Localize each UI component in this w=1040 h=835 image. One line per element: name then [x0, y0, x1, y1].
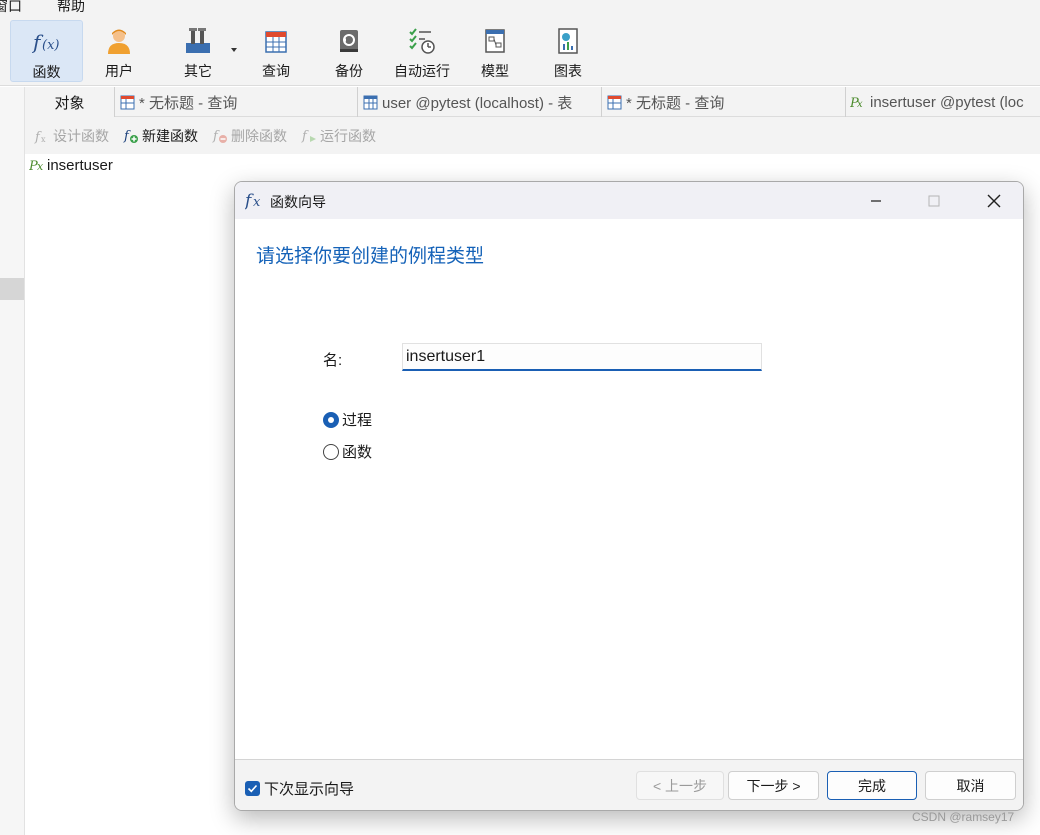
toolbar-automation-button[interactable]: 自动运行 [388, 20, 456, 82]
new-function-button[interactable]: f 新建函数 [122, 126, 198, 146]
toolbar-user-button[interactable]: 用户 [90, 20, 148, 82]
toolbar-user-label: 用户 [105, 63, 133, 79]
previous-button[interactable]: < 上一步 [636, 771, 724, 800]
show-wizard-label: 下次显示向导 [264, 781, 355, 798]
query-tab-icon [119, 94, 135, 110]
chevron-down-icon[interactable] [231, 48, 237, 52]
tab-label: insertuser @pytest (loc [870, 93, 1024, 111]
tab-untitled-query-2[interactable]: * 无标题 - 查询 [602, 87, 846, 117]
next-button[interactable]: 下一步 > [728, 771, 819, 800]
tab-objects[interactable]: 对象 [25, 87, 115, 117]
minimize-icon [871, 199, 881, 202]
main-toolbar: f (x) 函数 用户 其它 查询 备份 自动运行 模型 图表 [0, 14, 1040, 86]
dialog-footer: 下次显示向导 < 上一步 下一步 > 完成 取消 [235, 759, 1023, 810]
design-function-button[interactable]: fx 设计函数 [33, 126, 109, 146]
design-function-icon: fx [33, 127, 51, 145]
tab-user-table[interactable]: user @pytest (localhost) - 表 [358, 87, 602, 117]
toolbar-other-button[interactable]: 其它 [168, 20, 228, 82]
function-icon: f (x) [32, 27, 62, 57]
model-icon [480, 26, 510, 56]
svg-text:x: x [857, 99, 863, 110]
watermark: CSDN @ramsey17 [912, 810, 1015, 824]
close-icon [987, 194, 1001, 207]
menu-bar: 窗口 帮助 [0, 0, 1040, 14]
menu-window[interactable]: 窗口 [0, 0, 22, 14]
toolbar-function-button[interactable]: f (x) 函数 [10, 20, 83, 82]
automation-icon [407, 26, 437, 56]
new-function-label: 新建函数 [142, 128, 198, 144]
routine-name-input[interactable] [402, 343, 762, 371]
backup-icon [334, 26, 364, 56]
svg-text:x: x [37, 160, 44, 173]
connection-pane[interactable] [0, 87, 25, 835]
radio-unchecked-icon [323, 443, 339, 460]
function-wizard-dialog: fx 函数向导 请选择你要创建的例程类型 名: 过程 函数 下次显示向导 < 上… [234, 181, 1024, 811]
procedure-tab-icon: Px [850, 94, 866, 110]
chart-icon [553, 26, 583, 56]
svg-text:x: x [41, 135, 46, 144]
toolbar-function-label: 函数 [32, 64, 61, 80]
run-function-button[interactable]: f 运行函数 [300, 126, 376, 146]
tab-insertuser-procedure[interactable]: Px insertuser @pytest (loc [846, 87, 1040, 117]
maximize-button[interactable] [905, 182, 963, 219]
svg-text:x: x [253, 195, 261, 210]
run-function-label: 运行函数 [320, 128, 376, 144]
list-item[interactable]: Px insertuser [29, 156, 113, 175]
delete-function-label: 删除函数 [231, 128, 287, 144]
object-toolbar: fx 设计函数 f 新建函数 f 删除函数 f 运行函数 [25, 117, 1040, 154]
query-icon [261, 26, 291, 56]
toolbar-backup-button[interactable]: 备份 [319, 20, 379, 82]
user-icon [104, 26, 134, 56]
toolbar-chart-button[interactable]: 图表 [538, 20, 598, 82]
procedure-radio-label: 过程 [342, 412, 373, 429]
svg-text:f: f [123, 129, 131, 144]
toolbar-model-button[interactable]: 模型 [465, 20, 525, 82]
tab-label: * 无标题 - 查询 [139, 94, 238, 112]
design-function-label: 设计函数 [53, 128, 109, 144]
delete-function-icon: f [211, 127, 229, 145]
tab-bar: 对象 * 无标题 - 查询 user @pytest (localhost) -… [25, 87, 1040, 117]
run-function-icon: f [300, 127, 318, 145]
close-button[interactable] [965, 182, 1023, 219]
radio-checked-icon [323, 411, 339, 428]
toolbar-chart-label: 图表 [554, 63, 582, 79]
toolbar-automation-label: 自动运行 [394, 63, 450, 79]
function-wizard-icon: fx [245, 191, 261, 211]
tab-label: * 无标题 - 查询 [626, 94, 725, 112]
procedure-radio[interactable]: 过程 [323, 409, 372, 430]
cancel-button[interactable]: 取消 [925, 771, 1016, 800]
wizard-heading: 请选择你要创建的例程类型 [256, 246, 485, 267]
object-name: insertuser [47, 156, 113, 174]
show-wizard-checkbox[interactable]: 下次显示向导 [245, 778, 354, 799]
toolbar-model-label: 模型 [481, 63, 509, 79]
maximize-icon [928, 195, 940, 206]
delete-function-button[interactable]: f 删除函数 [211, 126, 287, 146]
function-radio-label: 函数 [342, 444, 373, 461]
checkbox-checked-icon [245, 781, 260, 796]
tools-icon [183, 26, 213, 56]
dialog-title: 函数向导 [270, 194, 326, 210]
table-tab-icon [362, 94, 378, 110]
menu-help[interactable]: 帮助 [57, 0, 85, 14]
toolbar-query-label: 查询 [262, 63, 290, 79]
tab-label: user @pytest (localhost) - 表 [382, 94, 573, 112]
procedure-icon: Px [29, 156, 47, 174]
toolbar-backup-label: 备份 [335, 63, 363, 79]
function-radio[interactable]: 函数 [323, 441, 372, 462]
minimize-button[interactable] [847, 182, 905, 219]
toolbar-other-label: 其它 [184, 63, 212, 79]
query-tab-icon [606, 94, 622, 110]
tab-untitled-query-1[interactable]: * 无标题 - 查询 [115, 87, 358, 117]
selected-tree-node[interactable] [0, 278, 24, 300]
new-function-icon: f [122, 127, 140, 145]
svg-text:f: f [212, 129, 220, 144]
finish-button[interactable]: 完成 [827, 771, 917, 800]
svg-text:(x): (x) [42, 38, 59, 53]
svg-text:f: f [301, 129, 309, 144]
name-label: 名: [323, 352, 343, 369]
dialog-titlebar[interactable]: fx 函数向导 [235, 182, 1023, 219]
toolbar-query-button[interactable]: 查询 [246, 20, 306, 82]
